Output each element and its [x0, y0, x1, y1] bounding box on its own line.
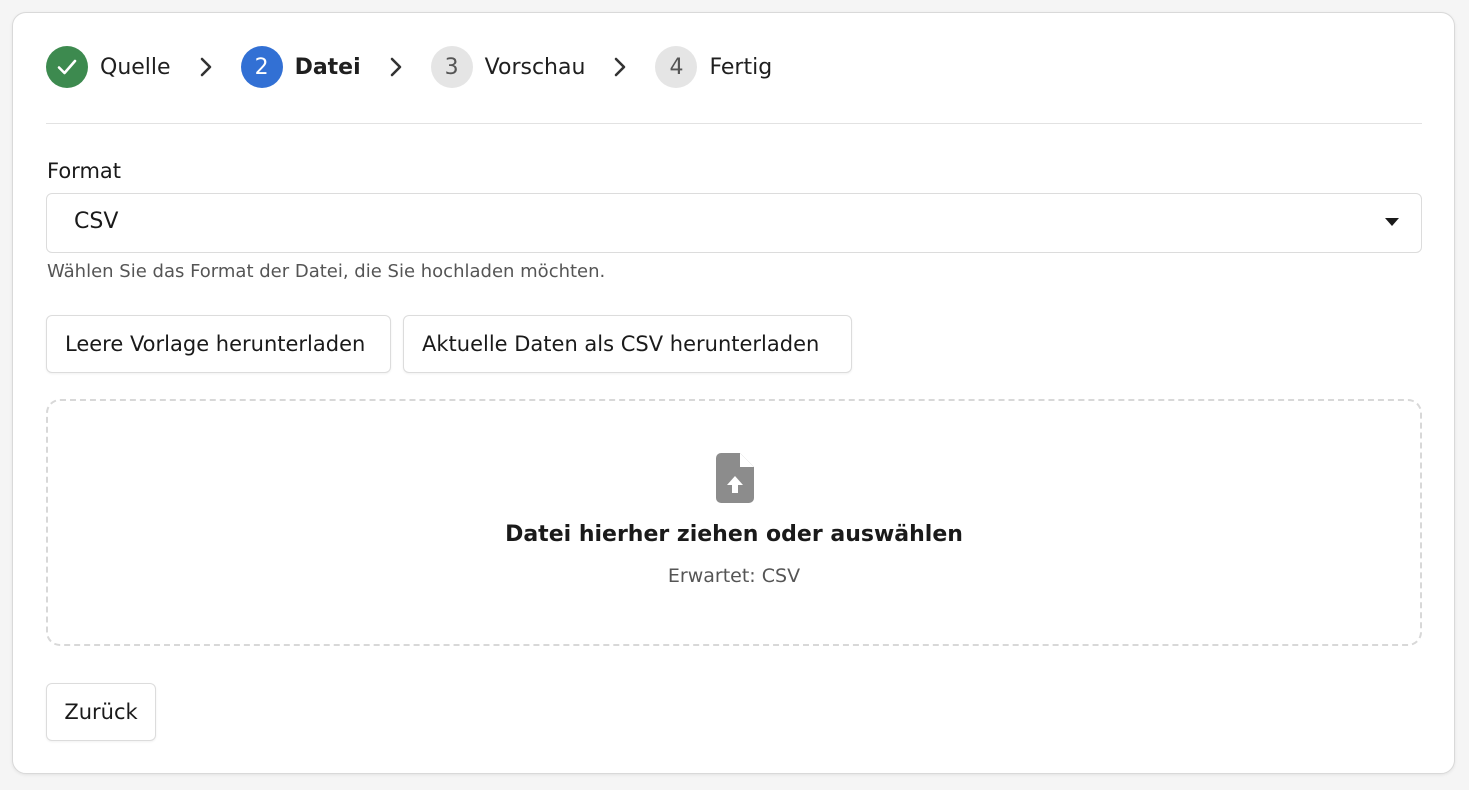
- stepper: Quelle 2 Datei 3 Vorschau 4 Fertig: [46, 46, 772, 88]
- download-template-button[interactable]: Leere Vorlage herunterladen: [46, 315, 391, 373]
- step-number: 4: [655, 46, 698, 88]
- step-label: Vorschau: [484, 54, 586, 80]
- format-help-text: Wählen Sie das Format der Datei, die Sie…: [47, 261, 606, 282]
- step-datei[interactable]: 2 Datei: [240, 46, 361, 88]
- step-number: 3: [430, 46, 473, 88]
- format-select[interactable]: CSV: [46, 193, 1422, 253]
- file-dropzone[interactable]: Datei hierher ziehen oder auswählen Erwa…: [46, 399, 1422, 646]
- caret-down-icon: [1385, 218, 1399, 226]
- import-wizard-card: Quelle 2 Datei 3 Vorschau 4 Fertig Forma…: [12, 12, 1455, 774]
- download-csv-button[interactable]: Aktuelle Daten als CSV herunterladen: [403, 315, 852, 373]
- step-quelle[interactable]: Quelle: [46, 46, 171, 88]
- format-select-value: CSV: [74, 209, 119, 234]
- step-label: Fertig: [709, 54, 773, 80]
- step-fertig[interactable]: 4 Fertig: [655, 46, 772, 88]
- divider: [46, 123, 1422, 124]
- chevron-right-icon: [191, 56, 221, 78]
- check-icon: [46, 46, 88, 88]
- step-label: Datei: [294, 54, 361, 80]
- dropzone-subtitle: Erwartet: CSV: [667, 565, 801, 587]
- step-number: 2: [240, 46, 283, 88]
- step-vorschau[interactable]: 3 Vorschau: [430, 46, 586, 88]
- chevron-right-icon: [605, 56, 635, 78]
- file-upload-icon: [716, 453, 754, 503]
- step-label: Quelle: [100, 54, 171, 80]
- back-button[interactable]: Zurück: [46, 683, 156, 741]
- format-label: Format: [47, 159, 122, 183]
- dropzone-title: Datei hierher ziehen oder auswählen: [505, 522, 963, 547]
- chevron-right-icon: [381, 56, 411, 78]
